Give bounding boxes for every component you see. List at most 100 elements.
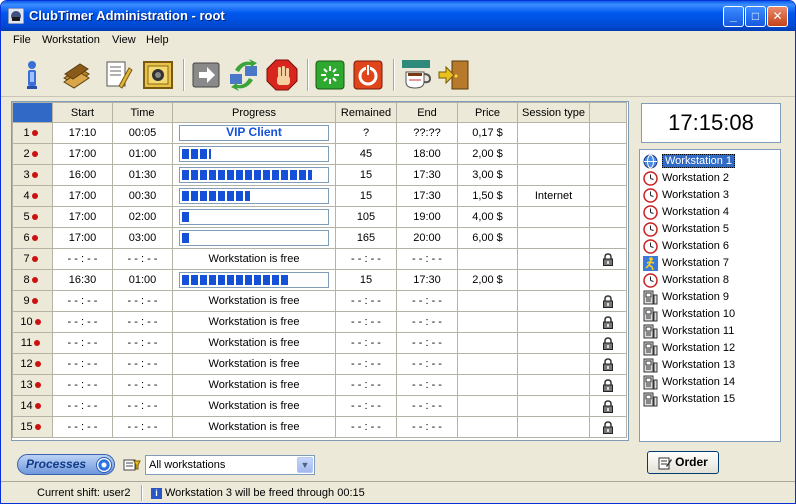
workstation-item[interactable]: Workstation 7 xyxy=(640,255,780,272)
forward-button[interactable] xyxy=(189,58,223,92)
table-row[interactable]: 2 17:00 01:00 45 18:00 2,00 $ xyxy=(12,143,627,165)
user-info-button[interactable] xyxy=(15,58,49,92)
table-row[interactable]: 11- - : - -- - : - - Workstation is free -… xyxy=(12,332,627,354)
workstation-list[interactable]: Workstation 1 Workstation 2 Workstation 3 W… xyxy=(639,149,781,442)
transfer-button[interactable] xyxy=(227,58,261,92)
table-row[interactable]: 13- - : - -- - : - - Workstation is free -… xyxy=(12,374,627,396)
table-row[interactable]: 7- - : - -- - : - - Workstation is free - … xyxy=(12,248,627,270)
row-number[interactable]: 4 xyxy=(12,185,53,207)
close-button[interactable]: ✕ xyxy=(767,6,788,27)
table-row[interactable]: 10- - : - -- - : - - Workstation is free -… xyxy=(12,311,627,333)
lock-cell[interactable] xyxy=(589,395,627,417)
lock-cell[interactable] xyxy=(589,416,627,438)
table-row[interactable]: 9- - : - -- - : - - Workstation is free - … xyxy=(12,290,627,312)
menu-file[interactable]: File xyxy=(13,34,31,46)
workstation-item[interactable]: Workstation 15 xyxy=(640,391,780,408)
order-button[interactable]: Order xyxy=(647,451,719,474)
stop-button[interactable] xyxy=(265,58,299,92)
status-dot-icon xyxy=(34,319,41,326)
table-row[interactable]: 6 17:00 03:00 165 20:00 6,00 $ xyxy=(12,227,627,249)
report-button[interactable] xyxy=(101,58,135,92)
table-row[interactable]: 15- - : - -- - : - - Workstation is free -… xyxy=(12,416,627,438)
lock-icon xyxy=(603,399,613,413)
row-number[interactable]: 5 xyxy=(12,206,53,228)
workstation-item[interactable]: Workstation 10 xyxy=(640,306,780,323)
menu-view[interactable]: View xyxy=(112,34,136,46)
tariffs-button[interactable] xyxy=(59,58,93,92)
workstation-item[interactable]: Workstation 4 xyxy=(640,204,780,221)
row-number[interactable]: 1 xyxy=(12,122,53,144)
time-cell: - - : - - xyxy=(112,416,173,438)
start-cell: 17:00 xyxy=(52,206,113,228)
row-number[interactable]: 2 xyxy=(12,143,53,165)
toolbar-separator xyxy=(183,59,185,91)
maximize-button[interactable]: □ xyxy=(745,6,766,27)
row-number[interactable]: 12 xyxy=(12,353,53,375)
lock-cell[interactable] xyxy=(589,353,627,375)
table-row[interactable]: 8 16:30 01:00 15 17:30 2,00 $ xyxy=(12,269,627,291)
row-number[interactable]: 11 xyxy=(12,332,53,354)
sessions-table: Start Time Progress Remained End Price S… xyxy=(11,101,629,441)
table-row[interactable]: 5 17:00 02:00 105 19:00 4,00 $ xyxy=(12,206,627,228)
lock-cell xyxy=(589,164,627,186)
progress-fill xyxy=(182,149,211,159)
workstation-item[interactable]: Workstation 3 xyxy=(640,187,780,204)
bar-button[interactable] xyxy=(399,58,433,92)
workstation-item[interactable]: Workstation 12 xyxy=(640,340,780,357)
minimize-button[interactable]: _ xyxy=(723,6,744,27)
workstation-label: Workstation 12 xyxy=(662,342,736,354)
header-corner[interactable] xyxy=(12,102,53,123)
restart-button[interactable] xyxy=(313,58,347,92)
exit-button[interactable] xyxy=(437,58,471,92)
row-number[interactable]: 13 xyxy=(12,374,53,396)
workstation-item[interactable]: Workstation 6 xyxy=(640,238,780,255)
safe-button[interactable] xyxy=(141,58,175,92)
header-session-type[interactable]: Session type xyxy=(517,102,590,123)
workstation-filter-select[interactable]: All workstations ▼ xyxy=(145,455,315,475)
lock-cell[interactable] xyxy=(589,374,627,396)
row-number[interactable]: 9 xyxy=(12,290,53,312)
workstation-item[interactable]: Workstation 5 xyxy=(640,221,780,238)
row-number[interactable]: 3 xyxy=(12,164,53,186)
header-remained[interactable]: Remained xyxy=(335,102,397,123)
row-number[interactable]: 7 xyxy=(12,248,53,270)
row-number[interactable]: 10 xyxy=(12,311,53,333)
header-end[interactable]: End xyxy=(396,102,458,123)
title-bar[interactable]: ClubTimer Administration - root _ □ ✕ xyxy=(1,1,795,31)
lock-cell[interactable] xyxy=(589,248,627,270)
row-number[interactable]: 8 xyxy=(12,269,53,291)
lock-cell[interactable] xyxy=(589,332,627,354)
workstation-item[interactable]: Workstation 8 xyxy=(640,272,780,289)
row-number[interactable]: 15 xyxy=(12,416,53,438)
workstation-item[interactable]: Workstation 13 xyxy=(640,357,780,374)
workstation-item[interactable]: Workstation 11 xyxy=(640,323,780,340)
table-row[interactable]: 3 16:00 01:30 15 17:30 3,00 $ xyxy=(12,164,627,186)
lock-cell[interactable] xyxy=(589,311,627,333)
progress-label: VIP Client xyxy=(226,125,282,139)
workstation-item[interactable]: Workstation 2 xyxy=(640,170,780,187)
menu-help[interactable]: Help xyxy=(146,34,169,46)
time-cell: 01:00 xyxy=(112,143,173,165)
processes-button[interactable]: Processes xyxy=(17,454,115,475)
row-number[interactable]: 6 xyxy=(12,227,53,249)
chevron-down-icon[interactable]: ▼ xyxy=(297,457,313,473)
header-start[interactable]: Start xyxy=(52,102,113,123)
row-number[interactable]: 14 xyxy=(12,395,53,417)
workstation-item[interactable]: Workstation 9 xyxy=(640,289,780,306)
workstation-label: Workstation 11 xyxy=(662,325,735,337)
workstation-item[interactable]: Workstation 14 xyxy=(640,374,780,391)
session-type-cell xyxy=(517,206,590,228)
header-progress[interactable]: Progress xyxy=(172,102,336,123)
table-row[interactable]: 14- - : - -- - : - - Workstation is free -… xyxy=(12,395,627,417)
shutdown-button[interactable] xyxy=(351,58,385,92)
workstation-item[interactable]: Workstation 1 xyxy=(640,153,780,170)
header-price[interactable]: Price xyxy=(457,102,518,123)
menu-workstation[interactable]: Workstation xyxy=(42,34,100,46)
table-row[interactable]: 4 17:00 00:30 15 17:30 1,50 $ Internet xyxy=(12,185,627,207)
lock-cell[interactable] xyxy=(589,290,627,312)
progress-bar xyxy=(179,188,329,204)
table-row[interactable]: 12- - : - -- - : - - Workstation is free -… xyxy=(12,353,627,375)
header-time[interactable]: Time xyxy=(112,102,173,123)
table-row[interactable]: 1 17:10 00:05 VIP Client???:?? 0,17 $ xyxy=(12,122,627,144)
header-lock[interactable] xyxy=(589,102,627,123)
